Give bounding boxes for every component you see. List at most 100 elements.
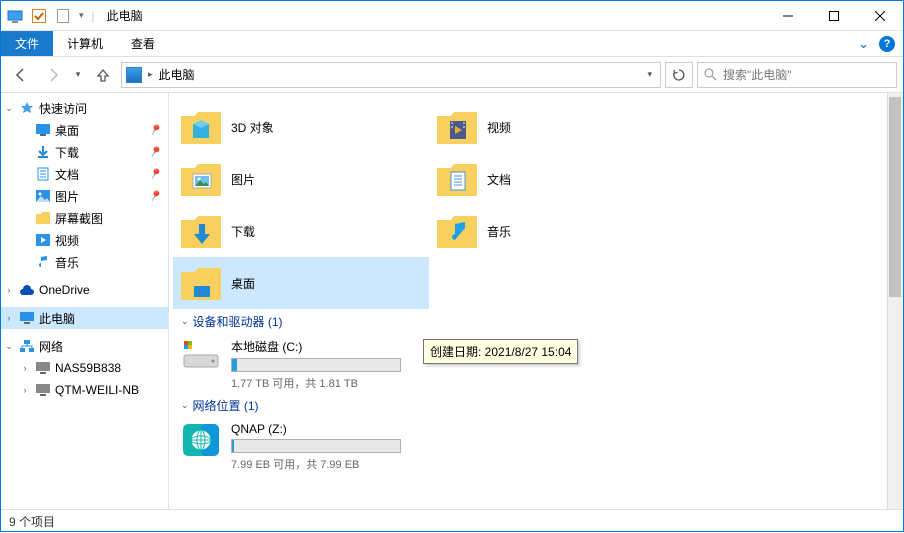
tree-music[interactable]: 音乐: [1, 251, 168, 273]
folder-pictures-icon: [179, 159, 223, 199]
star-icon: [19, 100, 35, 116]
search-input[interactable]: 搜索"此电脑": [697, 62, 897, 88]
tree-documents[interactable]: 文档📍: [1, 163, 168, 185]
tree-desktop[interactable]: 桌面📍: [1, 119, 168, 141]
folder-downloads-icon: [179, 211, 223, 251]
folder-downloads[interactable]: 下载: [173, 205, 429, 257]
drive-name: 本地磁盘 (C:): [231, 338, 401, 355]
folder-music-icon: [435, 211, 479, 251]
folder-desktop[interactable]: 桌面: [173, 257, 429, 309]
tab-computer[interactable]: 计算机: [53, 31, 117, 56]
up-button[interactable]: [89, 61, 117, 89]
scrollbar-thumb[interactable]: [889, 97, 901, 297]
folders-section: 3D 对象 视频 图片 文档 下载: [173, 101, 887, 309]
folder-label: 音乐: [487, 223, 511, 240]
drive-usage-bar: [231, 439, 401, 453]
section-devices[interactable]: ⌄设备和驱动器 (1): [173, 309, 887, 334]
picture-icon: [35, 188, 51, 204]
maximize-button[interactable]: [811, 1, 857, 31]
window-controls: [765, 1, 903, 31]
quick-access-toolbar: ▾ |: [1, 8, 101, 24]
search-icon: [704, 68, 717, 81]
drive-usage-bar: [231, 358, 401, 372]
chevron-down-icon[interactable]: ⌄: [858, 36, 869, 52]
folder-label: 图片: [231, 171, 255, 188]
recent-dropdown-icon[interactable]: ▾: [71, 61, 85, 89]
network-icon: [19, 338, 35, 354]
network-drive-icon: [179, 420, 223, 460]
folder-label: 视频: [487, 119, 511, 136]
disk-icon: [179, 336, 223, 376]
computer-icon: [35, 360, 51, 376]
document-icon: [35, 166, 51, 182]
qat-dropdown-icon[interactable]: ▾: [79, 10, 84, 21]
folder-music[interactable]: 音乐: [429, 205, 685, 257]
refresh-button[interactable]: [665, 62, 693, 88]
folder-desktop-icon: [179, 263, 223, 303]
chevron-down-icon: ⌄: [181, 316, 189, 327]
back-button[interactable]: [7, 61, 35, 89]
content-pane[interactable]: 3D 对象 视频 图片 文档 下载: [169, 93, 903, 509]
folder-videos[interactable]: 视频: [429, 101, 685, 153]
qat-separator: |: [92, 9, 95, 23]
section-network[interactable]: ⌄网络位置 (1): [173, 393, 887, 418]
this-pc-icon: [126, 67, 142, 83]
scrollbar[interactable]: [887, 93, 903, 509]
tree-downloads[interactable]: 下载📍: [1, 141, 168, 163]
monitor-icon: [7, 8, 23, 24]
folder-3d-icon: [179, 107, 223, 147]
address-bar[interactable]: ▸ 此电脑 ▾: [121, 62, 661, 88]
tree-network[interactable]: ⌄网络: [1, 335, 168, 357]
checkbox-icon[interactable]: [31, 8, 47, 24]
forward-button[interactable]: [39, 61, 67, 89]
pin-icon: 📍: [146, 143, 164, 161]
desktop-icon: [35, 122, 51, 138]
tab-file[interactable]: 文件: [1, 31, 53, 56]
status-text: 9 个项目: [9, 513, 55, 530]
breadcrumb-dropdown-icon[interactable]: ▸: [148, 69, 153, 80]
ribbon-tabs: 文件 计算机 查看 ⌄ ?: [1, 31, 903, 57]
folder-pictures[interactable]: 图片: [173, 153, 429, 205]
pin-icon: 📍: [146, 165, 164, 183]
tree-screenshots[interactable]: 屏幕截图: [1, 207, 168, 229]
search-placeholder: 搜索"此电脑": [723, 66, 792, 83]
music-icon: [35, 254, 51, 270]
folder-videos-icon: [435, 107, 479, 147]
download-icon: [35, 144, 51, 160]
navigation-bar: ▾ ▸ 此电脑 ▾ 搜索"此电脑": [1, 57, 903, 93]
computer-icon: [35, 382, 51, 398]
tree-videos[interactable]: 视频: [1, 229, 168, 251]
drive-subtext: 7.99 EB 可用，共 7.99 EB: [231, 456, 401, 472]
folder-label: 下载: [231, 223, 255, 240]
minimize-button[interactable]: [765, 1, 811, 31]
document-icon[interactable]: [55, 8, 71, 24]
tree-qtm[interactable]: ›QTM-WEILI-NB: [1, 379, 168, 401]
tree-this-pc[interactable]: ›此电脑: [1, 307, 168, 329]
tree-pictures[interactable]: 图片📍: [1, 185, 168, 207]
drive-c[interactable]: 本地磁盘 (C:) 1.77 TB 可用，共 1.81 TB: [173, 334, 429, 393]
this-pc-icon: [19, 310, 35, 326]
address-dropdown-icon[interactable]: ▾: [643, 69, 656, 80]
drive-z[interactable]: QNAP (Z:) 7.99 EB 可用，共 7.99 EB: [173, 418, 429, 474]
window-title: 此电脑: [107, 7, 143, 24]
tree-onedrive[interactable]: ›OneDrive: [1, 279, 168, 301]
folder-3d-objects[interactable]: 3D 对象: [173, 101, 429, 153]
close-button[interactable]: [857, 1, 903, 31]
folder-icon: [35, 210, 51, 226]
folder-documents-icon: [435, 159, 479, 199]
folder-label: 桌面: [231, 275, 255, 292]
tree-nas[interactable]: ›NAS59B838: [1, 357, 168, 379]
help-icon[interactable]: ?: [879, 36, 895, 52]
folder-documents[interactable]: 文档: [429, 153, 685, 205]
chevron-down-icon: ⌄: [181, 400, 189, 411]
tree-quick-access[interactable]: ⌄快速访问: [1, 97, 168, 119]
body: ⌄快速访问 桌面📍 下载📍 文档📍 图片📍 屏幕截图 视频 音乐 ›OneDri…: [1, 93, 903, 509]
tooltip: 创建日期: 2021/8/27 15:04: [423, 339, 578, 364]
folder-label: 文档: [487, 171, 511, 188]
pin-icon: 📍: [146, 187, 164, 205]
drive-name: QNAP (Z:): [231, 422, 401, 436]
address-text[interactable]: 此电脑: [159, 66, 195, 83]
tab-view[interactable]: 查看: [117, 31, 169, 56]
folder-label: 3D 对象: [231, 119, 274, 136]
cloud-icon: [19, 282, 35, 298]
